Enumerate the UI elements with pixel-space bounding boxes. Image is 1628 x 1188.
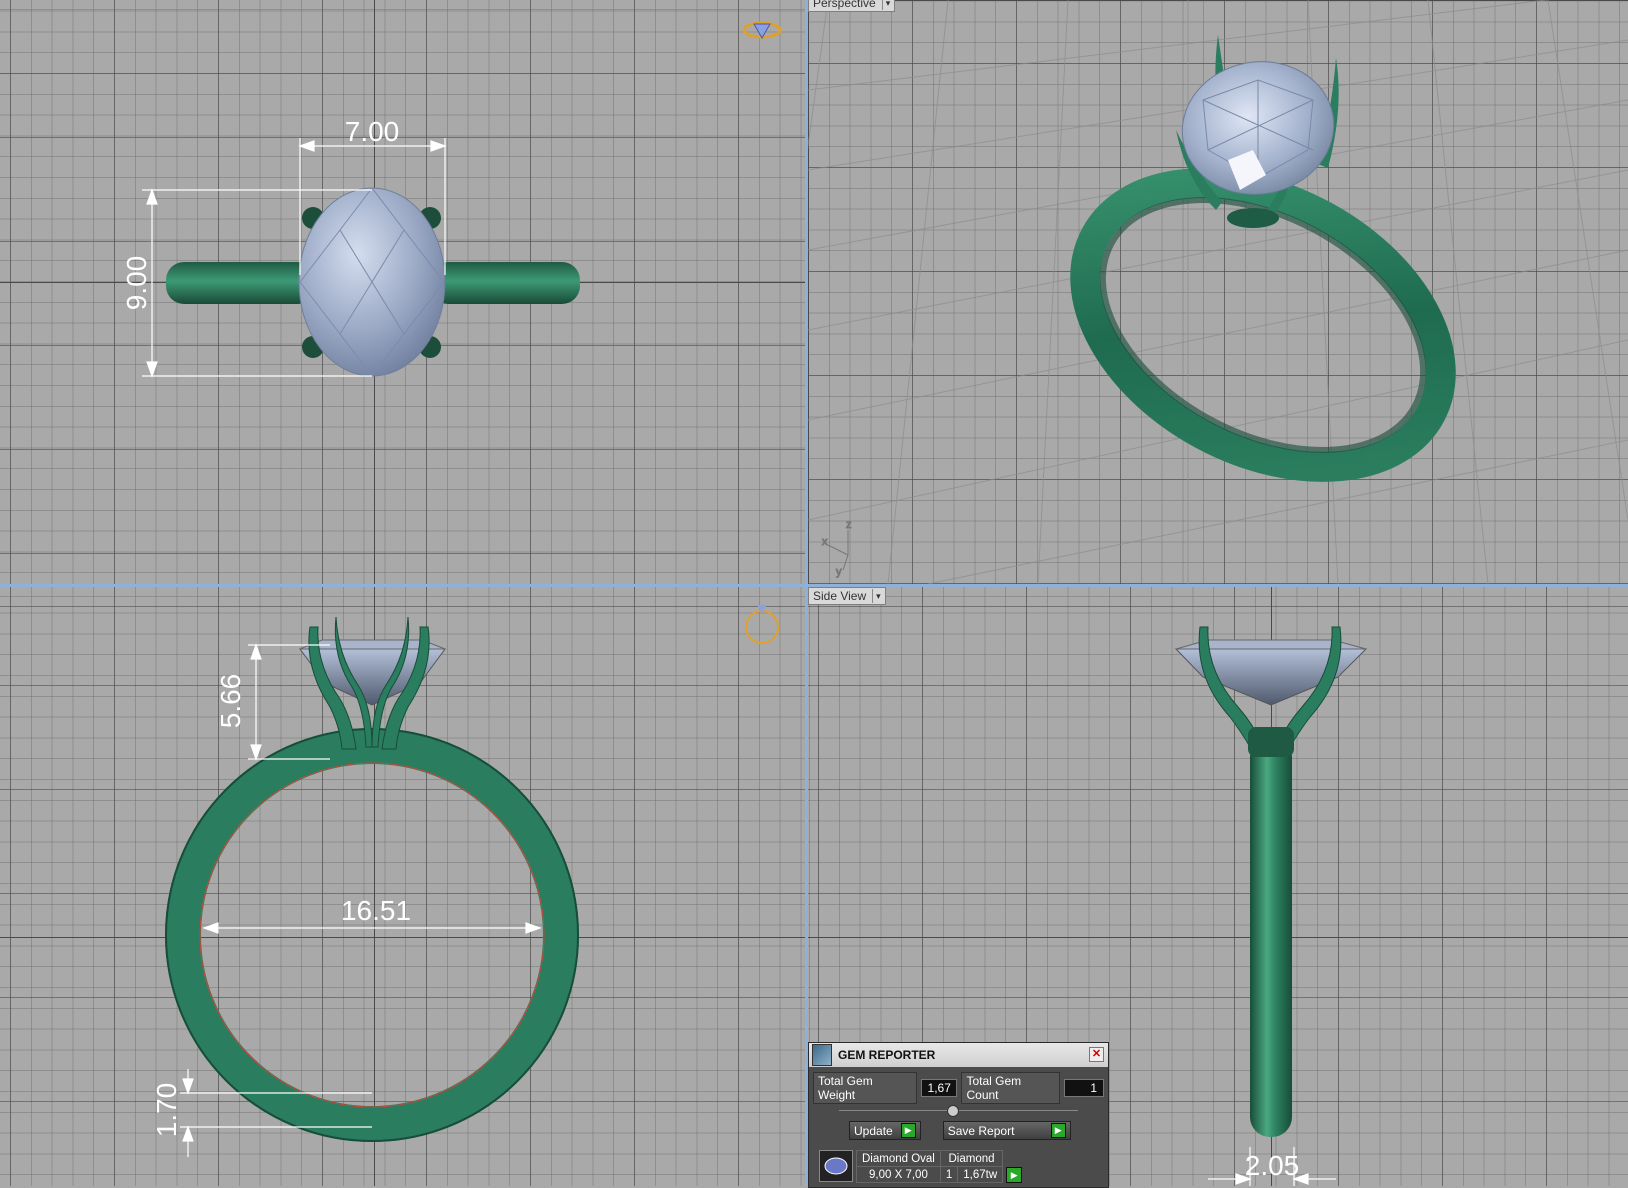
gem-oval-thumbnail-icon[interactable] (819, 1150, 853, 1182)
splitter-knob-icon[interactable] (947, 1105, 959, 1117)
dim-height-label: 9.00 (121, 256, 152, 311)
band-right (430, 262, 580, 304)
top-viewport[interactable]: 7.00 9.00 (0, 0, 805, 584)
perspective-viewport[interactable]: x z y Perspective ▾ (808, 0, 1628, 584)
gem-weight-cell: 1,67tw (957, 1166, 1004, 1183)
perspective-view-label: Perspective (813, 0, 876, 10)
play-arrow-icon[interactable]: ▶ (1050, 1123, 1066, 1138)
update-button[interactable]: Update ▶ (849, 1121, 921, 1140)
axis-y-label: y (836, 566, 842, 578)
chevron-down-icon[interactable]: ▾ (872, 589, 881, 603)
gem-reporter-panel: GEM REPORTER ✕ Total Gem Weight 1,67 Tot… (808, 1042, 1109, 1188)
side-view-tab[interactable]: Side View ▾ (808, 587, 886, 605)
chevron-down-icon[interactable]: ▾ (881, 0, 890, 10)
save-report-button-label: Save Report (947, 1123, 1015, 1138)
total-gem-count-label: Total Gem Count (961, 1072, 1060, 1104)
total-gem-count-value: 1 (1064, 1079, 1104, 1097)
dim-band-thickness-label: 1.70 (151, 1083, 182, 1138)
table-row[interactable]: Diamond Oval Diamond (856, 1150, 1004, 1167)
viewport-divider-horizontal[interactable] (0, 584, 1628, 587)
band-left (166, 262, 316, 304)
gem-reporter-title: GEM REPORTER (838, 1048, 936, 1062)
update-button-label: Update (854, 1123, 893, 1138)
axis-z-label: z (846, 519, 852, 531)
panel-splitter[interactable] (839, 1105, 1078, 1117)
view-orientation-icon (742, 21, 782, 40)
perspective-canvas: x z y (808, 0, 1628, 584)
front-orientation-icon (745, 605, 779, 644)
gem-count-cell: 1 (939, 1166, 959, 1183)
dim-side-width-label: 2.05 (1245, 1150, 1300, 1181)
ring-front (165, 728, 579, 1142)
dim-front-height-label: 5.66 (215, 674, 246, 729)
gem-table: Diamond Oval Diamond 9,00 X 7,00 1 1,67t… (856, 1150, 1004, 1183)
front-view-canvas: 5.66 16.51 1.70 (151, 605, 779, 1157)
axis-x-label: x (822, 536, 828, 548)
play-arrow-icon[interactable]: ▶ (1006, 1167, 1023, 1183)
gem-reporter-logo-icon (812, 1044, 832, 1066)
perspective-view-tab[interactable]: Perspective ▾ (808, 0, 896, 12)
total-gem-weight-value: 1,67 (920, 1079, 958, 1097)
top-view-canvas: 7.00 9.00 (121, 21, 782, 378)
axis-indicator: x z y (822, 519, 853, 579)
viewport-divider-vertical[interactable] (805, 0, 808, 1186)
gem-material-cell: Diamond (939, 1150, 1004, 1167)
dim-inner-diameter-label: 16.51 (341, 895, 411, 926)
gem-name-cell: Diamond Oval (856, 1150, 941, 1167)
save-report-button[interactable]: Save Report ▶ (942, 1121, 1071, 1140)
total-gem-weight-label: Total Gem Weight (813, 1072, 917, 1104)
gem-size-cell: 9,00 X 7,00 (856, 1166, 941, 1183)
play-arrow-icon[interactable]: ▶ (900, 1123, 916, 1138)
front-viewport[interactable]: 5.66 16.51 1.70 (0, 587, 805, 1186)
gem-reporter-titlebar[interactable]: GEM REPORTER ✕ (809, 1043, 1108, 1067)
table-row[interactable]: 9,00 X 7,00 1 1,67tw (856, 1166, 1004, 1183)
dim-width-label: 7.00 (345, 116, 400, 147)
side-view-label: Side View (813, 589, 867, 603)
shank-side (1250, 737, 1292, 1137)
close-icon[interactable]: ✕ (1089, 1047, 1104, 1062)
